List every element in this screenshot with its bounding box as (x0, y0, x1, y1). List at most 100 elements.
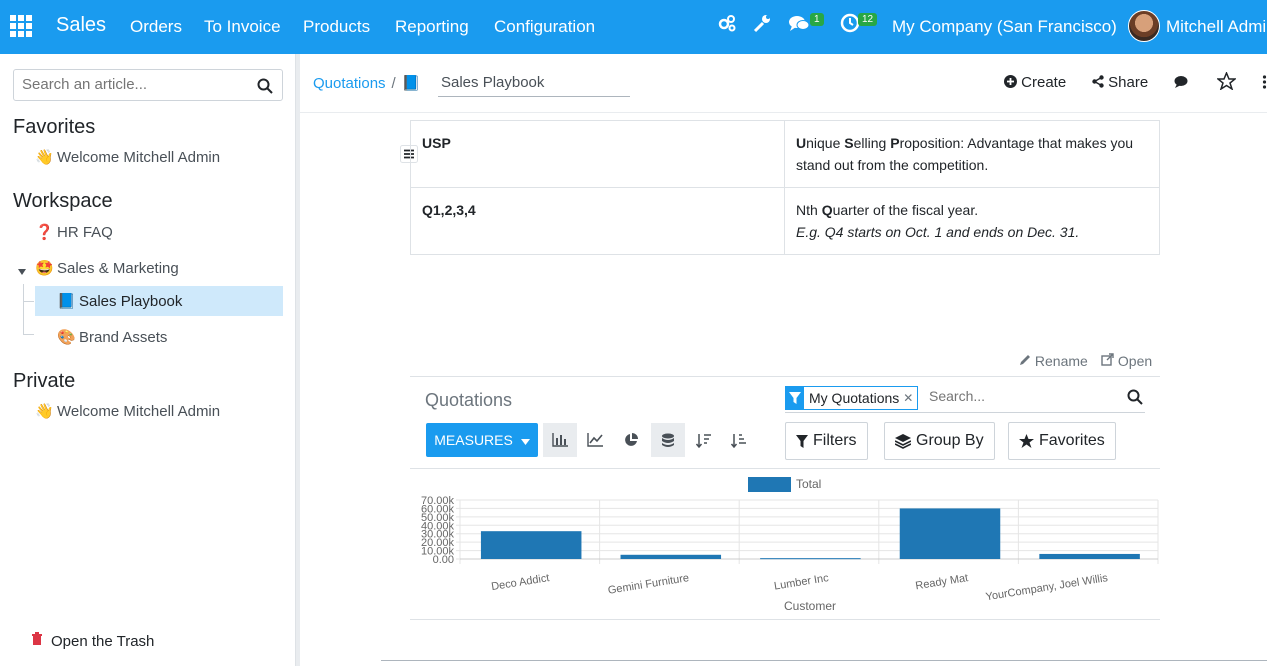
trash-label: Open the Trash (51, 633, 155, 650)
menu-products[interactable]: Products (303, 17, 370, 37)
table-cell-term[interactable]: USP (410, 120, 785, 188)
breadcrumb: Quotations / 📘 (313, 74, 420, 92)
search-icon[interactable] (257, 78, 273, 99)
table-cell-term[interactable]: Q1,2,3,4 (410, 187, 785, 255)
pencil-icon (1019, 353, 1031, 369)
private-article[interactable]: 👋 Welcome Mitchell Admin (35, 402, 220, 420)
filters-button[interactable]: Filters (785, 422, 868, 460)
caret-down-icon[interactable] (17, 263, 27, 281)
menu-configuration[interactable]: Configuration (494, 17, 595, 37)
open-trash-button[interactable]: Open the Trash (31, 632, 154, 650)
more-options-icon[interactable] (1262, 75, 1267, 93)
x-tick-label: Gemini Furniture (607, 572, 690, 597)
article-search[interactable] (13, 69, 283, 101)
user-menu[interactable]: Mitchell Admin (1166, 17, 1267, 37)
share-icon (1092, 75, 1104, 92)
workspace-article-hr-faq[interactable]: ❓ HR FAQ (35, 223, 113, 241)
app-name[interactable]: Sales (56, 14, 106, 37)
favorites-button[interactable]: Favorites (1008, 422, 1116, 460)
sidebar-resize-handle[interactable] (296, 54, 300, 666)
star-icon (1019, 434, 1034, 448)
article-label: Welcome Mitchell Admin (57, 403, 221, 420)
pie-chart-icon[interactable] (614, 423, 648, 457)
open-view-button[interactable]: Open (1101, 353, 1152, 369)
create-button[interactable]: Create (1004, 74, 1066, 92)
top-navbar: Sales Orders To Invoice Products Reporti… (0, 0, 1267, 54)
plus-circle-icon (1004, 75, 1017, 92)
bar (620, 554, 722, 559)
remove-facet-icon[interactable]: ✕ (903, 391, 917, 405)
bar-chart-icon[interactable] (543, 423, 577, 457)
table-cell-definition[interactable]: Unique Selling Proposition: Advantage th… (784, 120, 1160, 188)
embed-divider (410, 376, 1160, 377)
messages-icon[interactable] (788, 13, 810, 38)
sort-descending-icon[interactable] (687, 423, 721, 457)
messages-badge: 1 (810, 13, 824, 26)
activities-clock-icon[interactable] (840, 13, 860, 38)
stacked-icon[interactable] (651, 423, 685, 457)
x-tick-label: YourCompany, Joel Willis (985, 572, 1109, 603)
page-divider (381, 660, 1267, 661)
star-struck-icon: 🤩 (35, 260, 54, 277)
filter-icon (786, 387, 804, 409)
line-chart-icon[interactable] (578, 423, 612, 457)
wave-icon: 👋 (35, 149, 54, 166)
tree-line (23, 301, 34, 302)
blue-book-icon: 📘 (57, 293, 76, 310)
activities-badge: 12 (858, 13, 878, 26)
article-label: Sales & Marketing (57, 260, 179, 277)
article-title-input[interactable]: Sales Playbook (438, 72, 630, 97)
bar-chart: Total0.0010.00k20.00k30.00k40.00k50.00k6… (421, 477, 1159, 613)
workspace-title: Workspace (13, 190, 113, 212)
article-emoji[interactable]: 📘 (402, 75, 421, 92)
company-switcher[interactable]: My Company (San Francisco) (892, 17, 1117, 37)
workspace-article-brand-assets[interactable]: 🎨 Brand Assets (57, 328, 167, 346)
measures-dropdown[interactable]: MEASURES (426, 423, 538, 457)
workspace-article-sales-playbook[interactable]: 📘 Sales Playbook (35, 286, 283, 316)
menu-to-invoice[interactable]: To Invoice (204, 17, 281, 37)
favorite-star-icon[interactable] (1215, 71, 1238, 94)
menu-reporting[interactable]: Reporting (395, 17, 469, 37)
menu-orders[interactable]: Orders (130, 17, 182, 37)
search-icon[interactable] (1127, 389, 1143, 410)
table-row: Q1,2,3,4 Nth Quarter of the fiscal year.… (410, 187, 1160, 255)
embed-divider (410, 468, 1160, 469)
view-search-input[interactable] (929, 388, 1109, 404)
share-button[interactable]: Share (1092, 74, 1148, 92)
article-label: HR FAQ (57, 224, 113, 241)
bar (760, 558, 861, 560)
legend-label: Total (796, 477, 821, 491)
bar (1039, 553, 1140, 559)
favorites-title: Favorites (13, 116, 96, 138)
breadcrumb-parent[interactable]: Quotations (313, 75, 386, 92)
workspace-article-sales-marketing[interactable]: 🤩 Sales & Marketing (35, 259, 179, 277)
sort-ascending-icon[interactable] (722, 423, 756, 457)
wrench-icon[interactable] (753, 13, 771, 38)
header-divider (300, 112, 1267, 113)
x-axis-label: Customer (784, 599, 836, 613)
x-tick-label: Deco Addict (490, 572, 550, 593)
tree-line (23, 284, 24, 334)
search-facet[interactable]: My Quotations ✕ (785, 386, 919, 410)
table-cell-definition[interactable]: Nth Quarter of the fiscal year. E.g. Q4 … (784, 187, 1160, 255)
article-label: Brand Assets (79, 329, 168, 346)
y-tick-label: 70.00k (421, 495, 455, 507)
filters-label: Filters (813, 432, 857, 449)
search-underline (785, 412, 1145, 413)
favorite-article[interactable]: 👋 Welcome Mitchell Admin (35, 148, 220, 166)
group-by-button[interactable]: Group By (884, 422, 995, 460)
knowledge-sidebar: Favorites 👋Welcome Mitchell Admin Worksp… (0, 54, 296, 666)
rename-view-button[interactable]: Rename (1019, 353, 1088, 369)
bar (480, 531, 582, 559)
create-label: Create (1021, 74, 1067, 91)
caret-down-icon (520, 432, 530, 448)
embed-divider (410, 619, 1160, 620)
debug-gears-icon[interactable] (717, 13, 737, 38)
glossary-table: USP Unique Selling Proposition: Advantag… (410, 120, 1160, 255)
app-menu-icon[interactable] (10, 15, 32, 37)
measures-label: MEASURES (434, 432, 513, 448)
table-row: USP Unique Selling Proposition: Advantag… (410, 120, 1160, 188)
article-search-input[interactable] (22, 76, 252, 93)
user-avatar[interactable] (1128, 10, 1160, 42)
comments-icon[interactable] (1174, 75, 1190, 93)
